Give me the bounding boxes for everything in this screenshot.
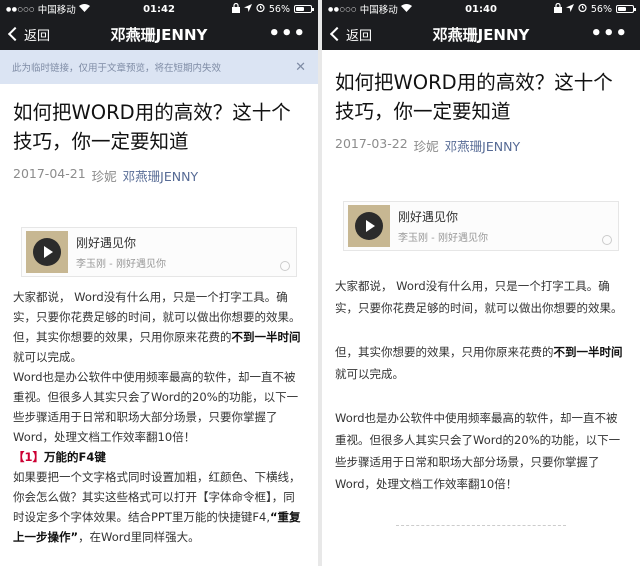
status-time: 01:42 [143,3,175,15]
battery-icon [294,5,314,13]
back-button[interactable]: 返回 [0,25,50,44]
album-cover [348,205,390,247]
play-icon[interactable] [355,212,383,240]
article-meta: 2017-03-22 珍妮 邓燕珊JENNY [335,136,627,155]
account-link[interactable]: 邓燕珊JENNY [123,166,198,185]
back-button[interactable]: 返回 [322,25,372,44]
paragraph: Word也是办公软件中使用频率最高的软件，却一直不被重视。但很多人其实只会了Wo… [13,370,299,444]
publish-date: 2017-03-22 [335,136,408,151]
author-name: 珍妮 [91,169,117,184]
right-phone-screen: ●●○○○ 中国移动 01:40 56% 返回 邓燕珊JENNY ••• 如何把… [322,0,640,566]
status-bar: ●●○○○ 中国移动 01:40 56% [322,0,640,18]
paragraph: 如果要把一个文字格式同时设置加粗，红颜色、下横线，你会怎么做？其实这些格式可以打… [13,470,301,544]
paragraph: 但，其实你想要的效果，只用你原来花费的不到一半时间就可以完成。 [13,330,301,364]
notice-text: 此为临时链接，仅用于文章预览，将在短期内失效 [12,63,222,74]
song-title: 刚好遇见你 [76,236,137,250]
play-icon[interactable] [33,238,61,266]
article-title: 如何把WORD用的高效？这十个技巧，你一定要知道 [13,101,291,153]
audio-wave-icon [280,261,290,271]
article-title: 如何把WORD用的高效？这十个技巧，你一定要知道 [335,71,613,123]
left-phone-screen: ●●○○○ 中国移动 01:42 56% 返回 邓燕珊JENNY ••• 此为临… [0,0,318,566]
song-title: 刚好遇见你 [398,210,459,224]
publish-date: 2017-04-21 [13,166,86,181]
nav-bar: 返回 邓燕珊JENNY ••• [322,18,640,50]
battery-icon [616,5,636,13]
more-menu-button[interactable]: ••• [590,25,640,43]
temporary-link-notice: 此为临时链接，仅用于文章预览，将在短期内失效 ✕ [0,50,318,84]
album-cover [26,231,68,273]
paragraph: 但，其实你想要的效果，只用你原来花费的不到一半时间就可以完成。 [335,345,623,381]
back-label: 返回 [346,28,373,44]
close-notice-icon[interactable]: ✕ [295,60,306,75]
back-label: 返回 [24,28,51,44]
audio-wave-icon [602,235,612,245]
chevron-left-icon [329,26,345,42]
article-body: 大家都说， Word没有什么用，只是一个打字工具。确实，只要你花费足够的时间，就… [335,275,627,495]
music-card[interactable]: 刚好遇见你 李玉刚 - 刚好遇见你 [343,201,619,251]
account-link[interactable]: 邓燕珊JENNY [445,136,520,155]
status-bar: ●●○○○ 中国移动 01:42 56% [0,0,318,18]
article-meta: 2017-04-21 珍妮 邓燕珊JENNY [13,166,305,185]
more-menu-button[interactable]: ••• [268,25,318,43]
section-divider [396,525,566,526]
music-card[interactable]: 刚好遇见你 李玉刚 - 刚好遇见你 [21,227,297,277]
section-heading: 【1】万能的F4键 [13,450,106,464]
chevron-left-icon [7,26,23,42]
paragraph: 大家都说， Word没有什么用，只是一个打字工具。确实，只要你花费足够的时间，就… [13,290,301,324]
status-time: 01:40 [465,3,497,15]
article-body: 大家都说， Word没有什么用，只是一个打字工具。确实，只要你花费足够的时间，就… [13,287,305,547]
song-artist: 李玉刚 - 刚好遇见你 [398,233,488,244]
paragraph: 大家都说， Word没有什么用，只是一个打字工具。确实，只要你花费足够的时间，就… [335,279,623,315]
paragraph: Word也是办公软件中使用频率最高的软件，却一直不被重视。但很多人其实只会了Wo… [335,411,621,491]
nav-bar: 返回 邓燕珊JENNY ••• [0,18,318,50]
song-artist: 李玉刚 - 刚好遇见你 [76,259,166,270]
author-name: 珍妮 [413,139,439,154]
